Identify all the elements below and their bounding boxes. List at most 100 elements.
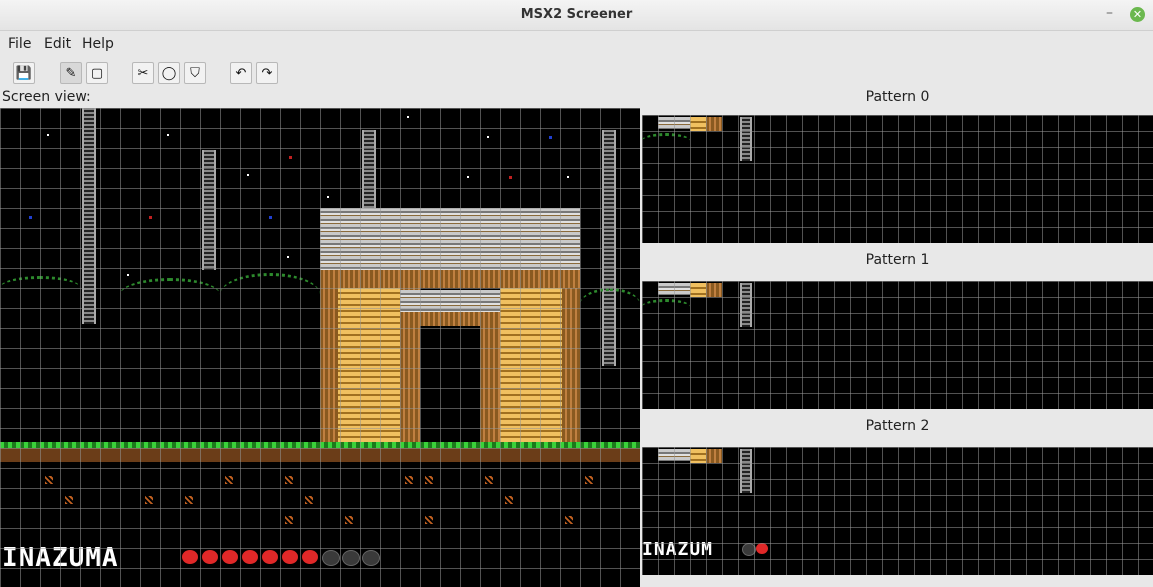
star: [327, 196, 329, 198]
title-bar: MSX2 Screener – ✕: [0, 0, 1153, 31]
heart-full-icon: [222, 550, 238, 564]
star: [287, 256, 289, 258]
heart-full-icon: [182, 550, 198, 564]
rock: [305, 496, 313, 504]
star: [247, 174, 249, 176]
rock: [145, 496, 153, 504]
tile-wall: [690, 283, 706, 297]
lasso-button[interactable]: ◯: [158, 62, 180, 84]
select-tool-button[interactable]: ▢: [86, 62, 108, 84]
pattern-0-grid: [642, 115, 1153, 243]
heart-full-icon: [282, 550, 298, 564]
stone-column: [202, 150, 216, 270]
minimize-button[interactable]: –: [1106, 5, 1113, 21]
star: [47, 134, 49, 136]
rock: [45, 476, 53, 484]
pattern-1-grid: [642, 281, 1153, 409]
tile-roof: [658, 449, 690, 461]
rock: [185, 496, 193, 504]
roof-beam: [320, 270, 580, 288]
tile-column: [740, 117, 752, 161]
save-button[interactable]: 💾: [13, 62, 35, 84]
undo-icon: ↶: [235, 65, 247, 81]
house-frame-right: [562, 288, 580, 448]
pattern-2-canvas[interactable]: INAZUM: [642, 447, 1153, 575]
pattern-2-title: Pattern 2: [865, 418, 930, 434]
heart-full-icon: [242, 550, 258, 564]
rock: [285, 516, 293, 524]
house-frame-left: [320, 288, 338, 448]
tile-frame: [706, 117, 722, 131]
vine: [120, 278, 220, 311]
rock: [565, 516, 573, 524]
menu-edit[interactable]: Edit: [44, 36, 71, 52]
tile-frame: [706, 449, 722, 463]
stone-column: [362, 130, 376, 210]
pattern-2-grid: [642, 447, 1153, 575]
stone-column: [82, 108, 96, 324]
heart-empty-icon: [322, 550, 340, 566]
star: [487, 136, 489, 138]
tile-column: [740, 283, 752, 327]
undo-button[interactable]: ↶: [230, 62, 252, 84]
rock: [485, 476, 493, 484]
heart-full-icon: [302, 550, 318, 564]
heart-full-icon: [262, 550, 278, 564]
tile-frame: [706, 283, 722, 297]
screen-view-label: Screen view:: [2, 89, 91, 105]
house-wall-right: [500, 288, 562, 448]
pattern-1-title: Pattern 1: [865, 252, 930, 268]
window-title: MSX2 Screener: [520, 7, 633, 22]
house-roof: [320, 208, 580, 270]
star: [407, 116, 409, 118]
heart-full-icon: [202, 550, 218, 564]
close-button[interactable]: ✕: [1130, 7, 1145, 22]
red-star: [289, 156, 292, 159]
doorway: [420, 326, 480, 448]
hud-name-text: INAZUMA: [2, 543, 119, 573]
rock: [65, 496, 73, 504]
select-rect-icon: ▢: [90, 65, 104, 81]
star: [127, 274, 129, 276]
pencil-icon: ✎: [65, 65, 77, 81]
pattern-0-title: Pattern 0: [865, 89, 930, 105]
tile-wall: [690, 117, 706, 131]
rock: [425, 476, 433, 484]
stone-column: [602, 130, 616, 366]
tile-roof: [658, 283, 690, 295]
vine: [0, 276, 80, 299]
pattern-1-canvas[interactable]: [642, 281, 1153, 409]
tile-roof: [658, 117, 690, 129]
menu-help[interactable]: Help: [82, 36, 114, 52]
door-lintel: [400, 290, 500, 312]
heart-empty-icon: [742, 543, 756, 556]
red-star: [509, 176, 512, 179]
screen-canvas[interactable]: INAZUMA: [0, 108, 640, 587]
rock: [285, 476, 293, 484]
star: [467, 176, 469, 178]
fill-button[interactable]: ⛉: [184, 62, 206, 84]
pattern-0-canvas[interactable]: [642, 115, 1153, 243]
redo-button[interactable]: ↷: [256, 62, 278, 84]
cut-icon: ✂: [137, 65, 149, 81]
blue-star: [269, 216, 272, 219]
cut-button[interactable]: ✂: [132, 62, 154, 84]
door-frame-right: [480, 326, 500, 448]
pattern-hud-text: INAZUM: [642, 539, 714, 560]
lasso-icon: ◯: [161, 65, 177, 81]
rock: [405, 476, 413, 484]
vine: [580, 288, 640, 321]
tile-wall: [690, 449, 706, 463]
fill-icon: ⛉: [190, 65, 200, 81]
heart-empty-icon: [362, 550, 380, 566]
star: [567, 176, 569, 178]
pencil-tool-button[interactable]: ✎: [60, 62, 82, 84]
house-wall-left: [338, 288, 400, 448]
tile-column: [740, 449, 752, 493]
rock: [425, 516, 433, 524]
menu-file[interactable]: File: [8, 36, 31, 52]
tile-vine: [642, 133, 690, 148]
blue-star: [549, 136, 552, 139]
door-beam: [400, 312, 500, 326]
blue-star: [29, 216, 32, 219]
